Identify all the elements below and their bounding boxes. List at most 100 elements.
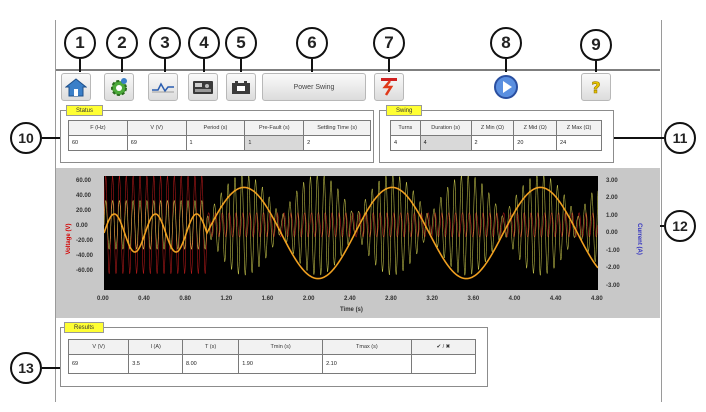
swing-zmin-field[interactable]: 2 xyxy=(470,135,515,151)
status-voltage-field[interactable]: 69 xyxy=(126,135,187,151)
y-tick-right-label: 1.00 xyxy=(606,212,618,219)
callout-8-leader xyxy=(505,59,507,72)
x-tick-label: 0.80 xyxy=(179,296,192,302)
results-header: ✔ / ✖ xyxy=(410,339,477,355)
power-swing-button[interactable]: Power Swing xyxy=(262,73,366,101)
power-swing-tool-button[interactable] xyxy=(374,73,404,101)
waveform-button[interactable] xyxy=(148,73,178,101)
x-tick-label: 3.60 xyxy=(467,296,480,302)
callout-5-leader xyxy=(240,59,242,72)
toolbar-divider xyxy=(56,69,660,71)
device-button[interactable] xyxy=(188,73,218,101)
home-icon xyxy=(65,78,87,97)
results-tmax-cell: 2.10 xyxy=(322,354,412,374)
callout-10: 10 xyxy=(10,122,42,154)
callout-12: 12 xyxy=(664,210,696,242)
svg-text:?: ? xyxy=(591,78,600,97)
swing-title: Swing xyxy=(386,105,423,116)
callout-2-leader xyxy=(121,59,123,72)
results-header: V (V) xyxy=(67,339,130,355)
x-tick-label: 1.60 xyxy=(261,296,274,302)
callout-2: 2 xyxy=(106,27,138,59)
x-tick-label: 1.20 xyxy=(220,296,233,302)
callout-4-leader xyxy=(203,59,205,72)
x-tick-label: 3.20 xyxy=(426,296,439,302)
status-prefault-field: 1 xyxy=(244,135,305,151)
callout-9: 9 xyxy=(580,29,612,61)
x-tick-label: 0.00 xyxy=(97,296,109,302)
callout-5: 5 xyxy=(225,27,257,59)
swing-header: Z Mid (Ω) xyxy=(513,120,558,136)
status-settling-field[interactable]: 2 xyxy=(303,135,371,151)
swing-header: Turns xyxy=(390,120,421,136)
waveform-icon xyxy=(152,82,174,93)
y-tick-left-label: -20.00 xyxy=(76,237,94,244)
home-button[interactable] xyxy=(61,73,91,101)
y-tick-left-label: 60.00 xyxy=(76,178,92,184)
settings-gear-icon xyxy=(111,78,127,96)
y-tick-left-label: 20.00 xyxy=(76,207,92,214)
swing-table: Turns Duration (s) Z Min (Ω) Z Mid (Ω) Z… xyxy=(390,120,602,151)
status-header: Period (s) xyxy=(185,120,246,136)
results-title: Results xyxy=(64,322,105,333)
help-button[interactable]: ? xyxy=(581,73,611,101)
callout-3: 3 xyxy=(149,27,181,59)
status-header: V (V) xyxy=(126,120,187,136)
callout-7-leader xyxy=(388,59,390,72)
x-tick-label: 2.80 xyxy=(385,296,397,302)
swing-duration-field: 4 xyxy=(419,135,472,151)
swing-zmax-field[interactable]: 24 xyxy=(556,135,602,151)
settings-button[interactable] xyxy=(104,73,134,101)
callout-1-leader xyxy=(79,59,81,72)
results-header: I (A) xyxy=(128,339,183,355)
y-tick-left-label: -40.00 xyxy=(76,252,94,259)
battery-icon xyxy=(232,81,250,94)
status-header: Pre-Fault (s) xyxy=(244,120,305,136)
y-tick-right-label: -2.00 xyxy=(606,265,620,272)
y-tick-right-label: -1.00 xyxy=(606,247,620,254)
y-tick-right-label: 2.00 xyxy=(606,195,618,202)
callout-4: 4 xyxy=(188,27,220,59)
y-tick-left-label: -60.00 xyxy=(76,267,94,274)
results-header: T (s) xyxy=(181,339,240,355)
results-current-cell: 3.5 xyxy=(128,354,183,374)
x-axis-label: Time (s) xyxy=(340,307,363,313)
status-header: F (Hz) xyxy=(68,120,128,136)
power-swing-icon xyxy=(381,78,397,96)
y-tick-left-label: 40.00 xyxy=(76,192,92,199)
x-tick-label: 2.40 xyxy=(344,296,356,302)
x-tick-label: 2.00 xyxy=(302,296,315,302)
callout-9-leader xyxy=(595,61,597,72)
waveform-plot xyxy=(104,176,598,290)
x-tick-label: 4.80 xyxy=(591,296,603,302)
device-icon xyxy=(193,81,213,94)
status-period-field[interactable]: 1 xyxy=(185,135,246,151)
swing-turns-field[interactable]: 4 xyxy=(390,135,421,151)
results-table: V (V) I (A) T (s) Tmin (s) Tmax (s) ✔ / … xyxy=(67,339,477,374)
status-freq-field[interactable]: 60 xyxy=(68,135,128,151)
y-tick-right-label: 0.00 xyxy=(606,230,618,237)
callout-7: 7 xyxy=(373,27,405,59)
callout-13: 13 xyxy=(10,352,42,384)
results-header: Tmin (s) xyxy=(238,339,324,355)
battery-button[interactable] xyxy=(226,73,256,101)
x-tick-label: 4.00 xyxy=(508,296,521,302)
swing-header: Z Max (Ω) xyxy=(556,120,602,136)
results-pass-cell xyxy=(410,354,477,374)
play-button[interactable] xyxy=(491,73,521,101)
swing-header: Duration (s) xyxy=(419,120,472,136)
y-axis-left-label: Voltage (V) xyxy=(66,223,72,255)
y-tick-left-label: 0.00 xyxy=(76,222,88,229)
status-table: F (Hz) V (V) Period (s) Pre-Fault (s) Se… xyxy=(68,120,371,151)
x-tick-label: 4.40 xyxy=(549,296,562,302)
y-tick-right-label: -3.00 xyxy=(606,282,620,289)
status-title: Status xyxy=(66,105,104,116)
callout-6-leader xyxy=(311,59,313,72)
results-header: Tmax (s) xyxy=(322,339,412,355)
callout-8: 8 xyxy=(490,27,522,59)
help-icon: ? xyxy=(591,78,601,97)
callout-6: 6 xyxy=(296,27,328,59)
results-voltage-cell: 69 xyxy=(67,354,130,374)
callout-11-leader xyxy=(614,137,664,139)
swing-zmid-field[interactable]: 20 xyxy=(513,135,558,151)
